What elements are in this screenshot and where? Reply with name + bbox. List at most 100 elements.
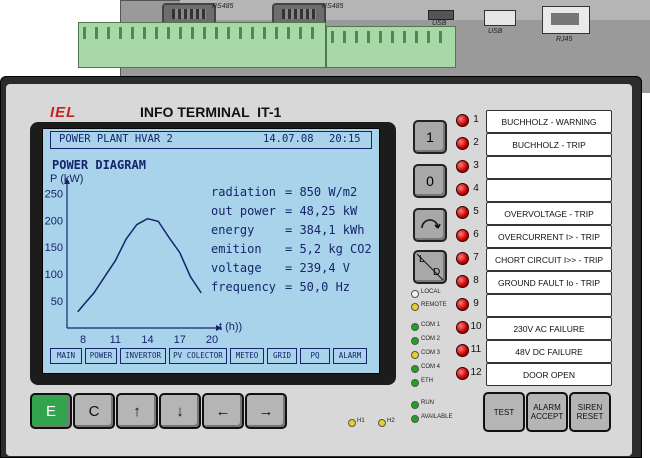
alarm-11-number: 11 bbox=[470, 344, 482, 355]
e-key-button[interactable]: E bbox=[30, 393, 72, 429]
local-status-label: LOCAL bbox=[421, 289, 441, 295]
alarm-1-led-icon bbox=[456, 114, 469, 127]
left-arrow-button[interactable]: ← bbox=[202, 393, 244, 429]
alarm-accept-button[interactable]: ALARM ACCEPT bbox=[526, 392, 568, 432]
readings-panel: radiation = 850 W/m2 out power = 48,25 kW en… bbox=[211, 183, 372, 297]
tab-alarm[interactable]: ALARM bbox=[333, 348, 367, 364]
alarm-3-number: 3 bbox=[473, 160, 479, 171]
available-led-icon bbox=[411, 415, 419, 423]
x-tick-label: 8 bbox=[80, 334, 86, 346]
alarm-4-number: 4 bbox=[473, 183, 479, 194]
reading-label: voltage bbox=[211, 261, 262, 275]
alarm-6-number: 6 bbox=[473, 229, 479, 240]
com2-led-icon bbox=[411, 337, 419, 345]
alarm-8-label: GROUND FAULT Io - TRIP bbox=[486, 271, 612, 294]
alarm-7-label: CHORT CIRCUIT I>> - TRIP bbox=[486, 248, 612, 271]
com1-status-label: COM 1 bbox=[421, 322, 441, 328]
com4-led-icon bbox=[411, 365, 419, 373]
alarm-8-number: 8 bbox=[473, 275, 479, 286]
reading-row: voltage = 239,4 V bbox=[211, 259, 372, 278]
reading-label: emition bbox=[211, 242, 262, 256]
remote-key-label: D bbox=[433, 267, 441, 278]
reading-row: energy = 384,1 kWh bbox=[211, 221, 372, 240]
alarm-1-number: 1 bbox=[473, 114, 479, 125]
reading-value: = 384,1 kWh bbox=[285, 223, 365, 237]
up-arrow-button[interactable]: ↑ bbox=[116, 393, 158, 429]
usb-label-2: USB bbox=[488, 28, 503, 35]
test-button[interactable]: TEST bbox=[483, 392, 525, 432]
alarm-3-label bbox=[486, 156, 612, 179]
screen-tabs: MAIN POWER INVERTOR PV COLECTOR METEO GRID PQ A… bbox=[50, 348, 368, 364]
alarm-10-label: 230V AC FAILURE bbox=[486, 317, 612, 340]
rj45-port bbox=[542, 6, 590, 34]
tab-invertor[interactable]: INVERTOR bbox=[120, 348, 166, 364]
alarm-7-number: 7 bbox=[473, 252, 479, 263]
run-status-label: RUN bbox=[421, 400, 434, 406]
power-series-line bbox=[77, 217, 202, 313]
local-remote-button[interactable]: L D bbox=[413, 250, 447, 284]
reading-row: frequency = 50,0 Hz bbox=[211, 278, 372, 297]
reading-label: out power bbox=[211, 204, 277, 218]
alarm-6-led-icon bbox=[456, 229, 469, 242]
tab-pq[interactable]: PQ bbox=[300, 348, 330, 364]
tab-grid[interactable]: GRID bbox=[267, 348, 297, 364]
y-tick-label: 50 bbox=[51, 296, 63, 308]
com4-status-label: COM 4 bbox=[421, 364, 441, 370]
rotate-button[interactable] bbox=[413, 208, 447, 242]
siren-reset-button[interactable]: SIREN RESET bbox=[569, 392, 611, 432]
reading-value: = 50,0 Hz bbox=[285, 280, 351, 294]
reading-row: emition = 5,2 kg CO2 bbox=[211, 240, 372, 259]
rs485-label-a: RS485 bbox=[212, 3, 234, 10]
c-key-button[interactable]: C bbox=[73, 393, 115, 429]
h1-label: H1 bbox=[357, 418, 365, 424]
alarm-4-label bbox=[486, 179, 612, 202]
alarm-9-led-icon bbox=[456, 298, 469, 311]
terminal-block-a bbox=[78, 22, 326, 68]
x-tick-label: 11 bbox=[110, 334, 121, 346]
tab-meteo[interactable]: METEO bbox=[230, 348, 264, 364]
y-tick-label: 100 bbox=[45, 269, 63, 281]
run-led-icon bbox=[411, 401, 419, 409]
com2-status-label: COM 2 bbox=[421, 336, 441, 342]
rotate-icon bbox=[421, 219, 441, 229]
alarm-11-led-icon bbox=[456, 344, 469, 357]
right-arrow-button[interactable]: → bbox=[245, 393, 287, 429]
alarm-2-number: 2 bbox=[473, 137, 479, 148]
y-tick-label: 250 bbox=[45, 188, 63, 200]
h2-led-icon bbox=[378, 419, 386, 427]
reading-value: = 48,25 kW bbox=[285, 204, 358, 218]
alarm-6-label: OVERCURRENT I> - TRIP bbox=[486, 225, 612, 248]
down-arrow-button[interactable]: ↓ bbox=[159, 393, 201, 429]
local-led-icon bbox=[411, 290, 419, 298]
rj45-label: RJ45 bbox=[556, 36, 573, 43]
alarm-11-label: 48V DC FAILURE bbox=[486, 340, 612, 363]
usb-port-2 bbox=[484, 10, 516, 26]
reading-row: radiation = 850 W/m2 bbox=[211, 183, 372, 202]
remote-led-icon bbox=[411, 303, 419, 311]
tab-power[interactable]: POWER bbox=[85, 348, 117, 364]
key-0-button[interactable]: 0 bbox=[413, 164, 447, 198]
alarm-2-led-icon bbox=[456, 137, 469, 150]
eth-status-label: ETH bbox=[421, 378, 433, 384]
usb-port-1 bbox=[428, 10, 454, 20]
alarm-9-label bbox=[486, 294, 612, 317]
eth-led-icon bbox=[411, 379, 419, 387]
reading-value: = 850 W/m2 bbox=[285, 185, 358, 199]
x-tick-label: 20 bbox=[206, 334, 218, 346]
remote-status-label: REMOTE bbox=[421, 302, 447, 308]
reading-value: = 5,2 kg CO2 bbox=[285, 242, 372, 256]
key-1-button[interactable]: 1 bbox=[413, 120, 447, 154]
alarm-2-label: BUCHHOLZ - TRIP bbox=[486, 133, 612, 156]
x-axis-label: t (h)) bbox=[219, 321, 243, 333]
tab-main[interactable]: MAIN bbox=[50, 348, 82, 364]
com1-led-icon bbox=[411, 323, 419, 331]
reading-label: radiation bbox=[211, 185, 277, 199]
device-title: INFO TERMINAL IT-1 bbox=[140, 104, 282, 120]
reading-row: out power = 48,25 kW bbox=[211, 202, 372, 221]
y-axis-label: P (kW) bbox=[50, 173, 83, 185]
alarm-9-number: 9 bbox=[473, 298, 479, 309]
screen-time: 20:15 bbox=[329, 133, 361, 145]
rs485-label-b: RS485 bbox=[322, 3, 344, 10]
tab-pv-colector[interactable]: PV COLECTOR bbox=[169, 348, 227, 364]
brand-logo: IEL bbox=[50, 104, 77, 121]
